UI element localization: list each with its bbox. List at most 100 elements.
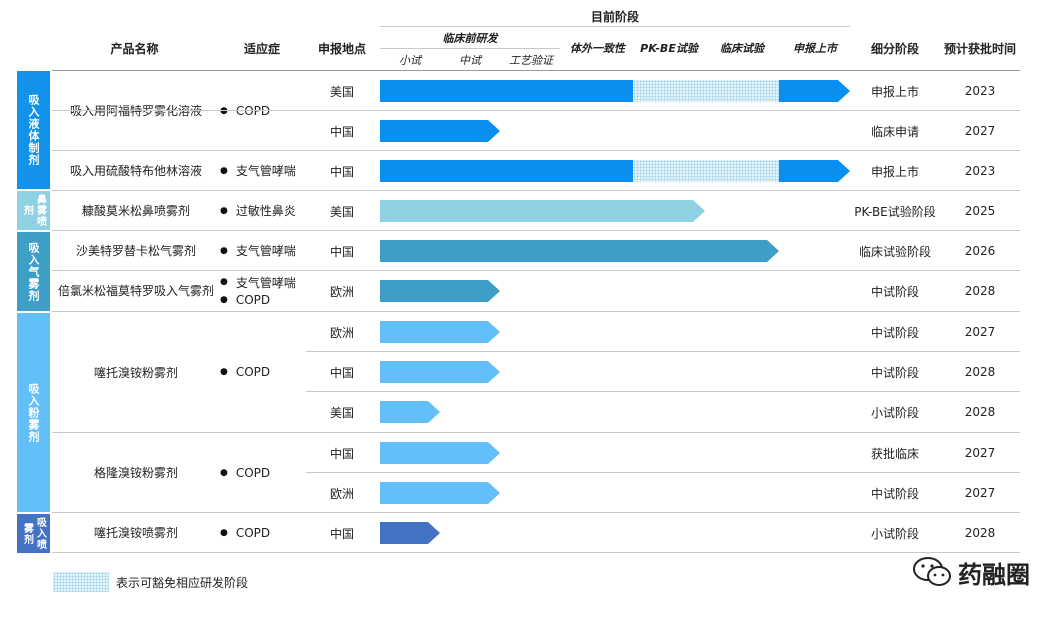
stage-label-3: 体外一致性 [570,42,625,55]
substage-header: 细分阶段 [870,42,919,56]
location-cell: 美国 [329,204,354,219]
substage-cell: 小试阶段 [870,526,919,541]
indication: COPD [220,433,306,512]
product-name: 噻托溴铵喷雾剂 [93,526,178,540]
row-divider [52,432,1020,433]
approval-header: 预计获批时间 [943,42,1016,56]
category-aerosol-label: 吸入气雾剂 [27,241,40,302]
row-divider [52,270,1020,271]
location-cell: 中国 [329,365,354,380]
category-liquid-label: 吸入液体制剂 [27,94,40,166]
progress-bar [380,120,500,142]
product-name: 格隆溴铵粉雾剂 [93,466,178,480]
location-cell: 中国 [329,244,354,259]
watermark-text: 药融圈 [958,560,1030,589]
progress-bar [380,482,500,504]
product-name: 倍氯米松福莫特罗吸入气雾剂 [57,284,214,298]
legend-text: 表示可豁免相应研发阶段 [116,575,249,590]
progress-bar [380,361,500,383]
approval-year-cell: 2025 [964,204,996,218]
indication: 过敏性鼻炎 [220,191,306,230]
progress-bar [380,522,440,544]
row-divider [52,552,1020,553]
location-cell: 中国 [329,526,354,541]
progress-bar [380,80,850,102]
approval-year-cell: 2028 [964,405,996,419]
substage-cell: 临床试验阶段 [858,244,931,259]
substage-cell: 申报上市 [870,164,919,179]
exempt-stage-overlay [633,80,779,102]
approval-year-cell: 2028 [964,526,996,540]
category-spray-label: 吸入喷雾剂 [21,517,46,550]
location-cell: 中国 [329,124,354,139]
stage-label-0: 小试 [399,54,421,67]
row-divider [52,190,1020,191]
indication: COPD [220,291,306,309]
category-powder-label: 吸入粉雾剂 [27,382,40,443]
row-divider [306,472,1020,473]
approval-year-cell: 2028 [964,365,996,379]
current-stage-header: 目前阶段 [590,10,639,24]
row-divider [52,311,1020,312]
stage-label-1: 中试 [459,54,481,67]
product-name: 吸入用硫酸特布他林溶液 [69,164,202,178]
indication: COPD [220,312,306,432]
current-stage-divider [380,26,850,27]
progress-bar [380,160,850,182]
location-cell: 欧洲 [329,325,354,340]
preclinical-header: 临床前研发 [442,32,498,45]
progress-bar [380,401,440,423]
location-cell: 欧洲 [329,486,354,501]
product-name: 噻托溴铵粉雾剂 [93,365,178,380]
approval-year-cell: 2027 [964,486,996,500]
indication: 支气管哮喘 [220,231,306,270]
substage-cell: PK-BE试验阶段 [854,204,936,219]
approval-year-cell: 2028 [964,284,996,298]
row-divider [52,512,1020,513]
location-cell: 中国 [329,446,354,461]
category-nasal-label: 鼻雾喷剂 [21,194,46,227]
legend-swatch [53,572,109,592]
approval-year-cell: 2023 [964,84,996,98]
location-cell: 美国 [329,405,354,420]
substage-cell: 中试阶段 [870,365,919,380]
row-divider [306,351,1020,352]
progress-bar [380,280,500,302]
category-spray: 吸入喷雾剂 [17,514,50,553]
product-name: 糠酸莫米松鼻喷雾剂 [81,204,190,218]
category-liquid: 吸入液体制剂 [17,71,50,189]
location-header: 申报地点 [317,42,366,56]
substage-cell: 中试阶段 [870,325,919,340]
product-header: 产品名称 [110,42,159,56]
substage-cell: 获批临床 [870,446,919,461]
row-divider [306,391,1020,392]
progress-bar [380,321,500,343]
indication: 支气管哮喘 [220,151,306,190]
indication-header: 适应症 [243,42,280,56]
progress-bar [380,240,779,262]
row-divider [52,150,1020,151]
approval-year-cell: 2027 [964,325,996,339]
wechat-icon [910,554,956,590]
exempt-stage-overlay [633,160,779,182]
substage-cell: 临床申请 [870,124,919,139]
indication: COPD [220,513,306,552]
substage-cell: 申报上市 [870,84,919,99]
approval-year-cell: 2027 [964,124,996,138]
category-aerosol: 吸入气雾剂 [17,232,50,311]
row-divider [52,230,1020,231]
stage-label-4: PK-BE试验 [640,42,698,55]
stage-label-2: 工艺验证 [509,54,553,67]
location-cell: 美国 [329,84,354,99]
product-name: 沙美特罗替卡松气雾剂 [75,244,196,258]
preclinical-divider [380,48,560,49]
substage-cell: 中试阶段 [870,486,919,501]
location-cell: 中国 [329,164,354,179]
approval-year-cell: 2023 [964,164,996,178]
category-powder: 吸入粉雾剂 [17,313,50,512]
approval-year-cell: 2027 [964,446,996,460]
stage-label-6: 申报上市 [793,42,837,55]
progress-bar [380,442,500,464]
row-divider [306,110,1020,111]
substage-cell: 小试阶段 [870,405,919,420]
